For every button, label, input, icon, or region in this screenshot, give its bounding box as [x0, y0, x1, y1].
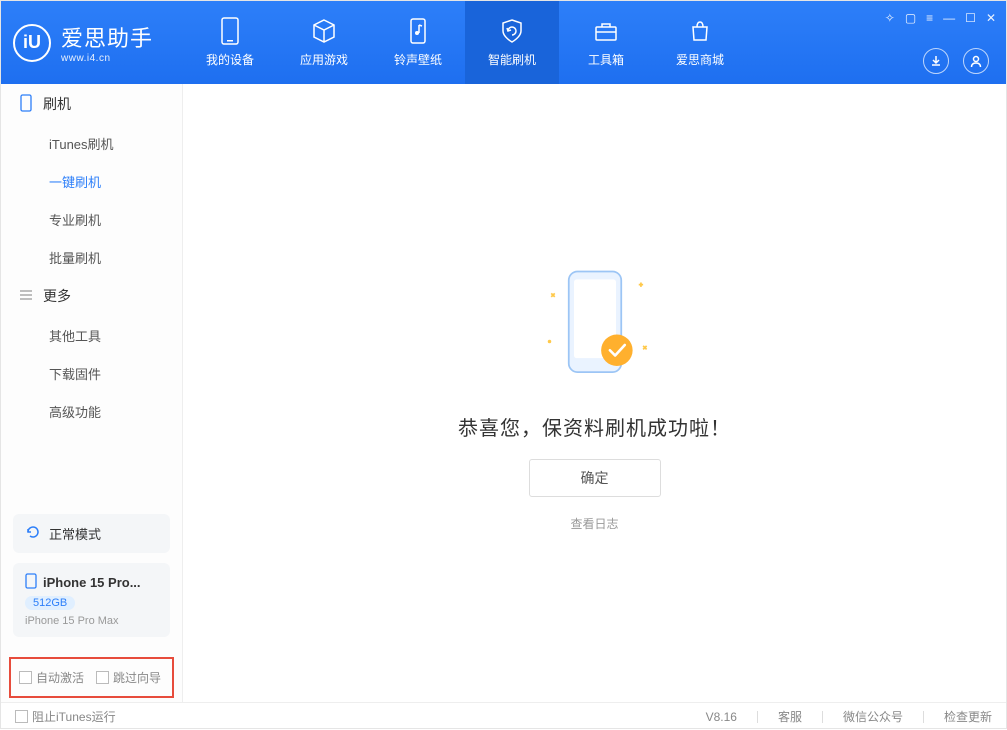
list-icon: [19, 288, 33, 304]
menu-icon[interactable]: ≡: [926, 11, 933, 25]
view-log-link[interactable]: 查看日志: [570, 515, 618, 532]
nav-store[interactable]: 爱思商城: [653, 1, 747, 84]
bag-icon: [686, 17, 714, 45]
shield-sync-icon: [498, 17, 526, 45]
sidebar-item-other-tools[interactable]: 其他工具: [1, 316, 182, 354]
auto-activate-checkbox[interactable]: 自动激活: [19, 669, 84, 686]
success-message: 恭喜您，保资料刷机成功啦！: [458, 412, 731, 441]
main-nav: 我的设备 应用游戏 铃声壁纸 智能刷机 工具箱: [183, 1, 747, 84]
nav-apps-games[interactable]: 应用游戏: [277, 1, 371, 84]
highlighted-options: 自动激活 跳过向导: [9, 657, 174, 698]
nav-my-device[interactable]: 我的设备: [183, 1, 277, 84]
footer-link-update[interactable]: 检查更新: [944, 708, 992, 725]
ok-button[interactable]: 确定: [529, 459, 661, 497]
main-content: 恭喜您，保资料刷机成功啦！ 确定 查看日志: [183, 84, 1006, 702]
sidebar-item-download-firmware[interactable]: 下载固件: [1, 354, 182, 392]
cube-icon: [310, 17, 338, 45]
success-illustration: [525, 254, 665, 394]
footer-link-support[interactable]: 客服: [778, 708, 802, 725]
sidebar: 刷机 iTunes刷机 一键刷机 专业刷机 批量刷机 更多 其他工具 下载固件 …: [1, 84, 183, 702]
minimize-button[interactable]: —: [943, 11, 955, 25]
logo-area: iU 爱思助手 www.i4.cn: [1, 21, 183, 64]
skip-wizard-checkbox[interactable]: 跳过向导: [96, 669, 161, 686]
device-phone-icon: [25, 573, 37, 592]
sidebar-item-batch-flash[interactable]: 批量刷机: [1, 238, 182, 276]
sidebar-section-flash[interactable]: 刷机: [1, 84, 182, 124]
nav-smart-flash[interactable]: 智能刷机: [465, 1, 559, 84]
app-subtitle: www.i4.cn: [61, 53, 153, 64]
device-subtitle: iPhone 15 Pro Max: [25, 615, 158, 627]
mode-indicator[interactable]: 正常模式: [13, 514, 170, 553]
user-button[interactable]: [963, 48, 989, 74]
version-label: V8.16: [706, 710, 737, 724]
toolbox-icon: [592, 17, 620, 45]
close-button[interactable]: ✕: [986, 11, 996, 25]
refresh-icon: [25, 524, 41, 543]
nav-toolbox[interactable]: 工具箱: [559, 1, 653, 84]
maximize-button[interactable]: ☐: [965, 11, 976, 25]
device-card[interactable]: iPhone 15 Pro... 512GB iPhone 15 Pro Max: [13, 563, 170, 637]
nav-ringtones[interactable]: 铃声壁纸: [371, 1, 465, 84]
storage-badge: 512GB: [25, 596, 75, 610]
gift-icon[interactable]: ✧: [885, 11, 895, 25]
sidebar-section-more[interactable]: 更多: [1, 276, 182, 316]
app-title: 爱思助手: [61, 21, 153, 53]
phone-icon: [216, 17, 244, 45]
logo-icon: iU: [13, 24, 51, 62]
phone-icon: [19, 94, 33, 115]
header: iU 爱思助手 www.i4.cn 我的设备 应用游戏 铃声壁纸: [1, 1, 1006, 84]
sidebar-item-pro-flash[interactable]: 专业刷机: [1, 200, 182, 238]
sidebar-item-advanced[interactable]: 高级功能: [1, 392, 182, 430]
block-itunes-checkbox[interactable]: 阻止iTunes运行: [15, 708, 116, 725]
sidebar-item-itunes-flash[interactable]: iTunes刷机: [1, 124, 182, 162]
download-button[interactable]: [923, 48, 949, 74]
footer: 阻止iTunes运行 V8.16 客服 微信公众号 检查更新: [1, 702, 1006, 730]
sidebar-item-oneclick-flash[interactable]: 一键刷机: [1, 162, 182, 200]
phone-icon-small[interactable]: ▢: [905, 11, 916, 25]
music-icon: [404, 17, 432, 45]
footer-link-wechat[interactable]: 微信公众号: [843, 708, 903, 725]
